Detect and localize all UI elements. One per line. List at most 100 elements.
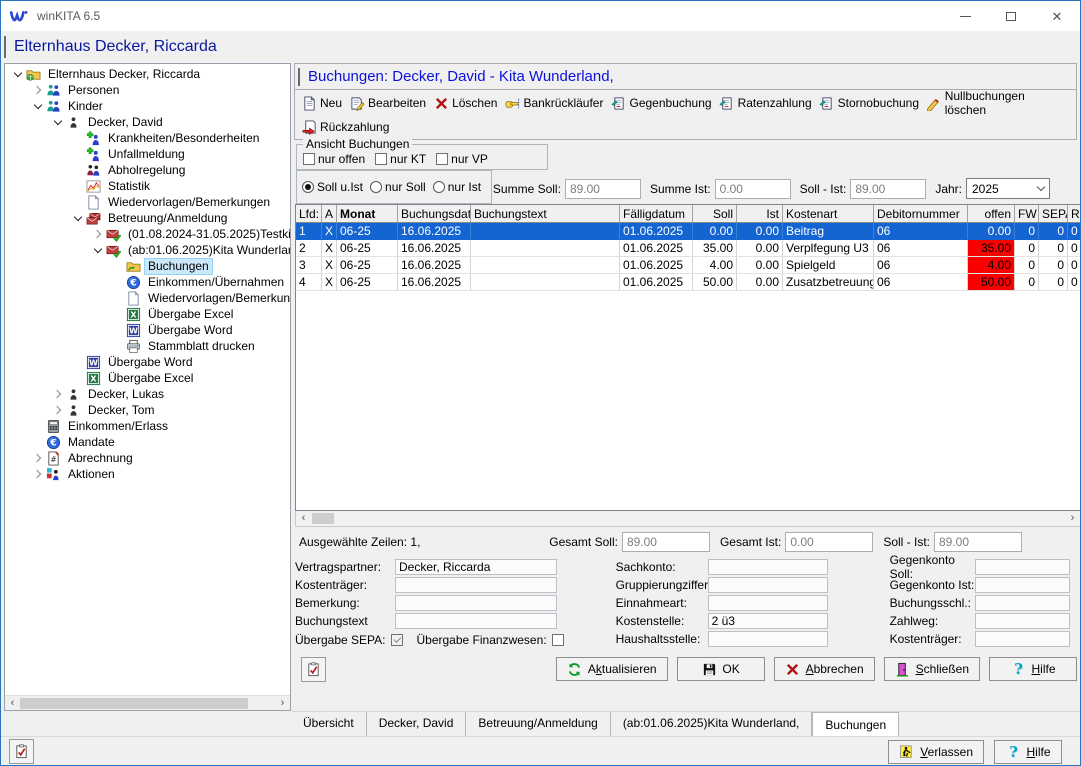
tree-item-mandate[interactable]: €Mandate [5,434,290,450]
toolbar-button-ratenzahlung[interactable]: Ratenzahlung [717,94,817,112]
tree-item-stammblatt-drucken[interactable]: Stammblatt drucken [5,338,290,354]
verlassen-button[interactable]: Verlassen [888,740,984,764]
checkbox-übergabe-sepa[interactable] [391,634,403,646]
tree-expander-icon[interactable] [91,227,105,241]
field-input-einnahmeart[interactable] [708,595,828,611]
tree-item-aktionen[interactable]: Aktionen [5,466,290,482]
tree-item-unfallmeldung[interactable]: Unfallmeldung [5,146,290,162]
radio-nur-soll[interactable]: nur Soll [370,180,426,194]
tree-item-decker-lukas[interactable]: Decker, Lukas [5,386,290,402]
field-input-vertragspartner[interactable]: Decker, Riccarda [395,559,557,575]
tree-item-wiedervorlagen-bemerkungen[interactable]: Wiedervorlagen/Bemerkungen [5,194,290,210]
field-input-kostenträger[interactable] [975,631,1070,647]
tree-item-betreuung-anmeldung[interactable]: Betreuung/Anmeldung [5,210,290,226]
scroll-left-icon[interactable]: ‹ [5,696,20,711]
close-button[interactable]: ✕ [1034,1,1080,31]
tree-scroll-thumb[interactable] [20,698,248,709]
toolbar-button-nullbuchungen-löschen[interactable]: Nullbuchungen löschen [924,88,1072,118]
tree-expander-icon[interactable] [11,67,25,81]
checklist-button-footer[interactable] [9,739,34,764]
tree-expander-icon[interactable] [31,451,45,465]
tree-expander-icon[interactable] [71,211,85,225]
field-input-kostenträger[interactable] [395,577,557,593]
checkbox-übergabe-finanzwesen[interactable] [552,634,564,646]
checkbox-nur-vp[interactable]: nur VP [436,152,488,166]
field-input-gegenkonto-soll[interactable] [975,559,1070,575]
toolbar-button-bankrückläufer[interactable]: Bankrückläufer [502,94,608,112]
field-input-bemerkung[interactable] [395,595,557,611]
field-input-sachkonto[interactable] [708,559,828,575]
toolbar-button-stornobuchung[interactable]: Stornobuchung [817,94,924,112]
minimize-button[interactable] [942,1,988,31]
tree-item-decker-tom[interactable]: Decker, Tom [5,402,290,418]
sum-value-field[interactable]: 89.00 [934,532,1022,552]
scroll-right-icon[interactable]: › [275,696,290,711]
tree-item-krankheiten-besonderheiten[interactable]: Krankheiten/Besonderheiten [5,130,290,146]
radio-nur-ist[interactable]: nur Ist [433,180,481,194]
sum-value-field[interactable]: 0.00 [715,179,791,199]
toolbar-button-rückzahlung[interactable]: Rückzahlung [299,118,394,136]
tree-expander-icon[interactable] [51,403,65,417]
tree-item-übergabe-word[interactable]: WÜbergabe Word [5,322,290,338]
abbrechen-button[interactable]: Abbrechen [774,657,875,681]
tree-item-übergabe-excel[interactable]: XÜbergabe Excel [5,306,290,322]
toolbar-button-gegenbuchung[interactable]: Gegenbuchung [608,94,716,112]
scroll-right-icon[interactable]: › [1065,511,1080,526]
field-input-gegenkonto-ist[interactable] [975,577,1070,593]
tree-horizontal-scrollbar[interactable]: ‹ › [5,695,290,710]
tree-item-statistik[interactable]: Statistik [5,178,290,194]
field-input-kostenstelle[interactable]: 2 ü3 [708,613,828,629]
tree-item-einkommen-erlass[interactable]: Einkommen/Erlass [5,418,290,434]
table-row[interactable]: 4X06-2516.06.202501.06.202550.000.00Zusa… [296,274,1080,291]
tree-expander-icon[interactable] [51,115,65,129]
scroll-left-icon[interactable]: ‹ [296,511,311,526]
radio-soll-u-ist[interactable]: Soll u.Ist [302,180,363,194]
table-scroll-thumb[interactable] [312,513,334,524]
tab-übersicht[interactable]: Übersicht [291,712,367,736]
table-row[interactable]: 2X06-2516.06.202501.06.202535.000.00Verp… [296,240,1080,257]
checkbox-nur-kt[interactable]: nur KT [375,152,426,166]
tree-item-wiedervorlagen-bemerkungen[interactable]: Wiedervorlagen/Bemerkungen [5,290,290,306]
tree-item-übergabe-excel[interactable]: XÜbergabe Excel [5,370,290,386]
sum-value-field[interactable]: 89.00 [622,532,710,552]
field-input-haushaltsstelle[interactable] [708,631,828,647]
hilfe-button[interactable]: ?Hilfe [994,740,1062,764]
tree-item-abholregelung[interactable]: Abholregelung [5,162,290,178]
tree-item-buchungen[interactable]: Buchungen [5,258,290,274]
tab-decker-david[interactable]: Decker, David [367,712,467,736]
tree-item-01-08-2024-31-05-2025-testkita[interactable]: (01.08.2024-31.05.2025)Testkita [5,226,290,242]
field-input-zahlweg[interactable] [975,613,1070,629]
tree-expander-icon[interactable] [51,387,65,401]
year-dropdown[interactable]: 2025 [966,178,1050,199]
table-row[interactable]: 3X06-2516.06.202501.06.20254.000.00Spiel… [296,257,1080,274]
maximize-button[interactable] [988,1,1034,31]
tree-item-decker-david[interactable]: Decker, David [5,114,290,130]
tree-expander-icon[interactable] [91,243,105,257]
tree-expander-icon[interactable] [31,99,45,113]
table-horizontal-scrollbar[interactable]: ‹ › [295,511,1081,527]
schließen-button[interactable]: Schließen [884,657,980,681]
tree-expander-icon[interactable] [31,467,45,481]
field-input-buchungstext[interactable] [395,613,557,629]
tab-ab-01-06-2025-kita-wunderland[interactable]: (ab:01.06.2025)Kita Wunderland, [611,712,813,736]
hilfe-button[interactable]: ?Hilfe [989,657,1077,681]
table-row[interactable]: 1X06-2516.06.202501.06.20250.000.00Beitr… [296,223,1080,240]
tree-item-übergabe-word[interactable]: WÜbergabe Word [5,354,290,370]
tree-item-personen[interactable]: Personen [5,82,290,98]
tree-item-elternhaus-decker-riccarda[interactable]: Elternhaus Decker, Riccarda [5,66,290,82]
tree-item-kinder[interactable]: Kinder [5,98,290,114]
tree-item-abrechnung[interactable]: #Abrechnung [5,450,290,466]
checkbox-nur-offen[interactable]: nur offen [303,152,365,166]
toolbar-button-neu[interactable]: Neu [299,94,347,112]
tab-buchungen[interactable]: Buchungen [812,712,899,736]
tab-betreuung-anmeldung[interactable]: Betreuung/Anmeldung [466,712,610,736]
checklist-button[interactable] [301,657,326,682]
sum-value-field[interactable]: 89.00 [565,179,641,199]
toolbar-button-bearbeiten[interactable]: Bearbeiten [347,94,431,112]
sum-value-field[interactable]: 0.00 [785,532,873,552]
tree-expander-icon[interactable] [31,83,45,97]
toolbar-button-löschen[interactable]: Löschen [431,94,502,112]
ok-button[interactable]: OK [677,657,765,681]
tree-item-ab-01-06-2025-kita-wunderland[interactable]: (ab:01.06.2025)Kita Wunderland, [5,242,290,258]
field-input-gruppierungziffer[interactable] [708,577,828,593]
